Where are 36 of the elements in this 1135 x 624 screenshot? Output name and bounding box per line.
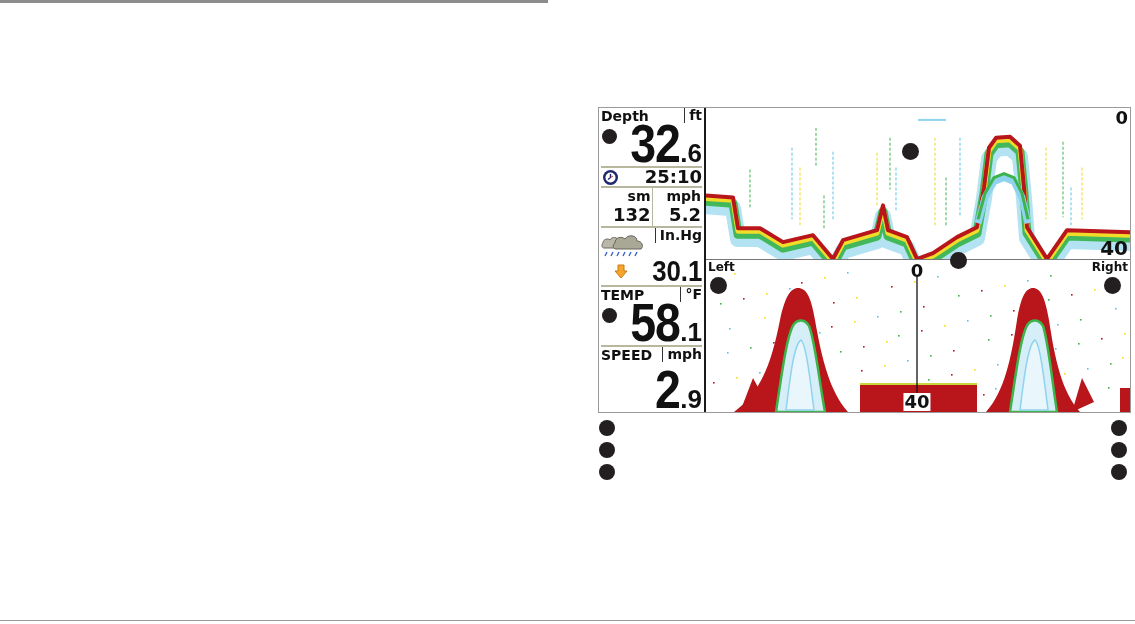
readout-value: 30.1 xyxy=(651,257,702,285)
callout-marker-icon xyxy=(599,420,615,436)
readout-label: Depth xyxy=(601,108,649,124)
callout-marker-icon xyxy=(1111,464,1127,480)
decimal-value: .9 xyxy=(680,386,702,412)
clock-icon xyxy=(603,169,618,185)
decimal-value: .6 xyxy=(680,140,702,166)
depth-scale-label: 40 xyxy=(903,393,931,411)
unit-label: ft xyxy=(684,108,702,123)
readout-value: 132 xyxy=(612,206,651,224)
readout-value: 25:10 xyxy=(644,168,702,186)
unit-label: °F xyxy=(680,287,702,302)
callout-marker-icon xyxy=(901,142,919,160)
side-label: Left xyxy=(708,261,735,274)
readout-value: 32 xyxy=(630,121,681,165)
callout-marker-icon xyxy=(599,442,615,458)
unit-label: mph xyxy=(662,347,702,362)
unit-label: sm xyxy=(627,189,651,204)
callout-marker-icon xyxy=(1111,420,1127,436)
depth-scale-label: 40 xyxy=(1100,238,1128,258)
depth-scale-label: 0 xyxy=(910,262,924,280)
readout-value: 5.2 xyxy=(669,206,701,224)
readout-label: TEMP xyxy=(601,287,645,303)
side-label: Right xyxy=(1091,261,1128,274)
callout-marker-icon xyxy=(599,464,615,480)
down-arrow-icon xyxy=(614,263,628,279)
unit-label: In.Hg xyxy=(654,228,702,243)
readout-value: 2 xyxy=(655,367,681,411)
decimal-value: .1 xyxy=(680,319,702,345)
readout-label: SPEED xyxy=(601,347,653,363)
depth-scale-label: 0 xyxy=(1115,109,1128,127)
callout-marker-icon xyxy=(709,276,727,294)
callout-marker-icon xyxy=(1111,442,1127,458)
unit-label: mph xyxy=(666,189,701,204)
readout-value: 58 xyxy=(630,300,681,344)
callout-marker-icon xyxy=(1103,276,1121,294)
